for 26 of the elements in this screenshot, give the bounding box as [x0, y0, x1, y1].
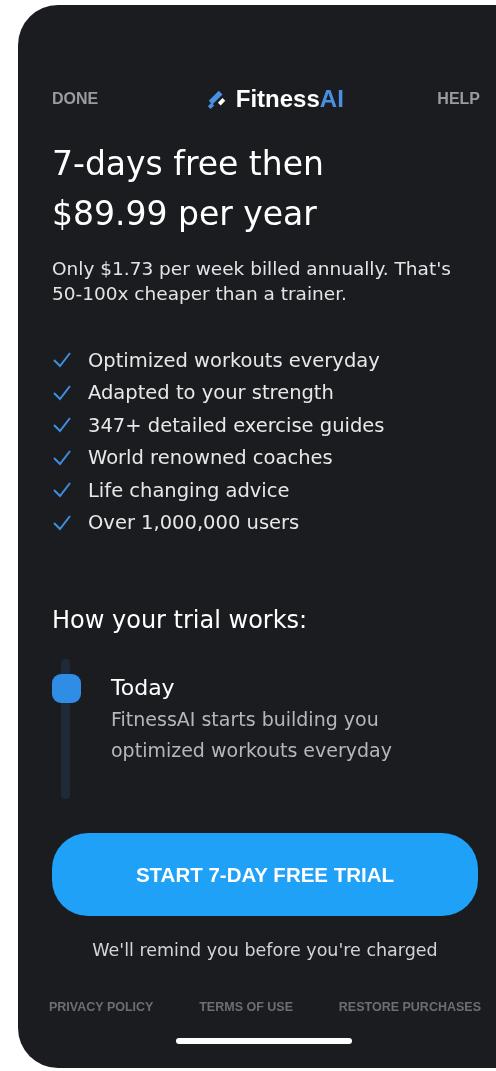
feature-text: World renowned coaches: [88, 446, 333, 470]
logo-icon: [205, 88, 228, 110]
price-title: 7-days free then $89.99 per year: [52, 143, 325, 235]
check-icon: [52, 481, 72, 500]
feature-text: Optimized workouts everyday: [88, 348, 380, 372]
price-description: Only $1.73 per week billed annually. That's 50-100x cheaper than a trainer.: [52, 257, 452, 306]
step-description: FitnessAI starts building you optimized workouts everyday: [111, 707, 393, 763]
feature-text: Adapted to your strength: [88, 381, 334, 405]
check-icon: [52, 383, 72, 402]
reminder-text: We'll remind you before you're charged: [91, 940, 439, 960]
start-trial-button[interactable]: START 7-DAY FREE TRIAL: [52, 833, 478, 916]
feature-text: Over 1,000,000 users: [88, 511, 300, 535]
footer-link[interactable]: PRIVACY POLICY: [49, 1000, 154, 1014]
step-title: Today: [111, 675, 176, 700]
feature-text: Life changing advice: [88, 478, 290, 502]
section-heading: How your trial works:: [52, 605, 309, 635]
check-icon: [52, 416, 72, 435]
check-icon: [52, 351, 72, 370]
check-icon: [52, 513, 72, 532]
footer-link[interactable]: RESTORE PURCHASES: [338, 1000, 481, 1014]
help-link[interactable]: HELP: [437, 90, 480, 108]
footer-link[interactable]: TERMS OF USE: [199, 1000, 293, 1014]
feature-text: 347+ detailed exercise guides: [88, 413, 385, 437]
done-link[interactable]: DONE: [52, 90, 99, 108]
logo-text: FitnessAI: [235, 85, 344, 113]
check-icon: [52, 448, 72, 467]
